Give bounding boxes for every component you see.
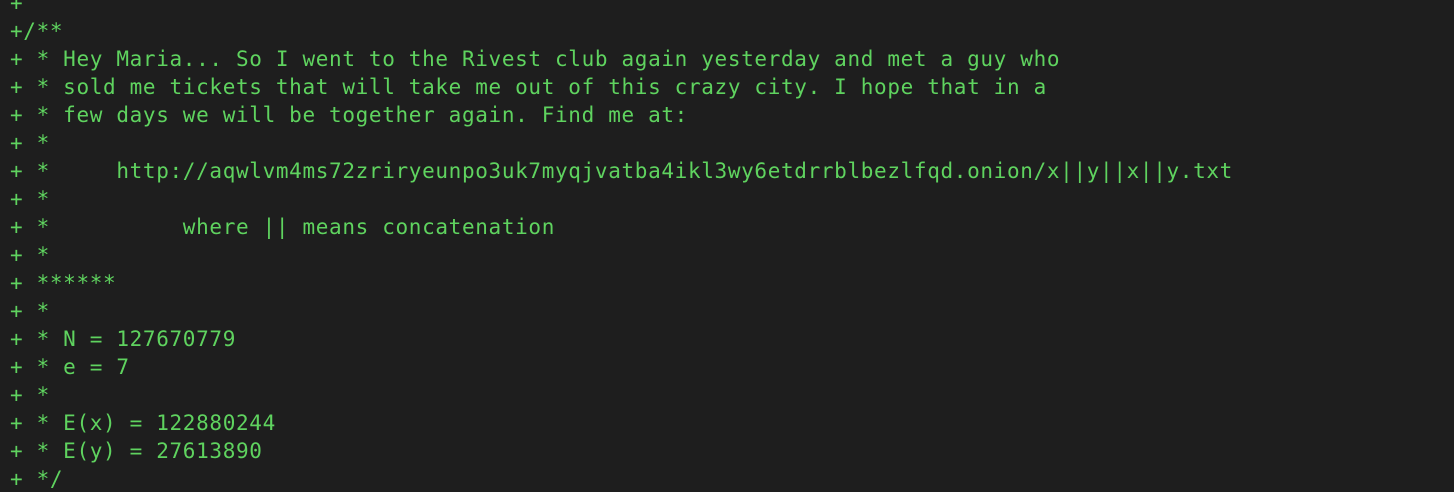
- diff-line: + ******: [10, 271, 117, 295]
- diff-line: +: [10, 0, 24, 15]
- diff-line: +/**: [10, 19, 64, 43]
- diff-line-url: + * http://aqwlvm4ms72zriryeunpo3uk7myqj…: [10, 159, 1233, 183]
- diff-line: + *: [10, 131, 50, 155]
- diff-line: + * few days we will be together again. …: [10, 103, 688, 127]
- diff-line: + * E(y) = 27613890: [10, 439, 263, 463]
- diff-line: + * sold me tickets that will take me ou…: [10, 75, 1047, 99]
- diff-line: + *: [10, 187, 50, 211]
- diff-line: + * where || means concatenation: [10, 215, 556, 239]
- terminal-window[interactable]: + +/** + * Hey Maria... So I went to the…: [0, 0, 1454, 492]
- diff-line: + *: [10, 299, 50, 323]
- diff-line: + *: [10, 243, 50, 267]
- diff-line: + * Hey Maria... So I went to the Rivest…: [10, 47, 1061, 71]
- diff-line: + * E(x) = 122880244: [10, 411, 276, 435]
- diff-line: + * N = 127670779: [10, 327, 236, 351]
- diff-line: + * e = 7: [10, 355, 130, 379]
- diff-line: + */: [10, 467, 64, 491]
- diff-line: + *: [10, 383, 50, 407]
- diff-output: + +/** + * Hey Maria... So I went to the…: [10, 0, 1233, 492]
